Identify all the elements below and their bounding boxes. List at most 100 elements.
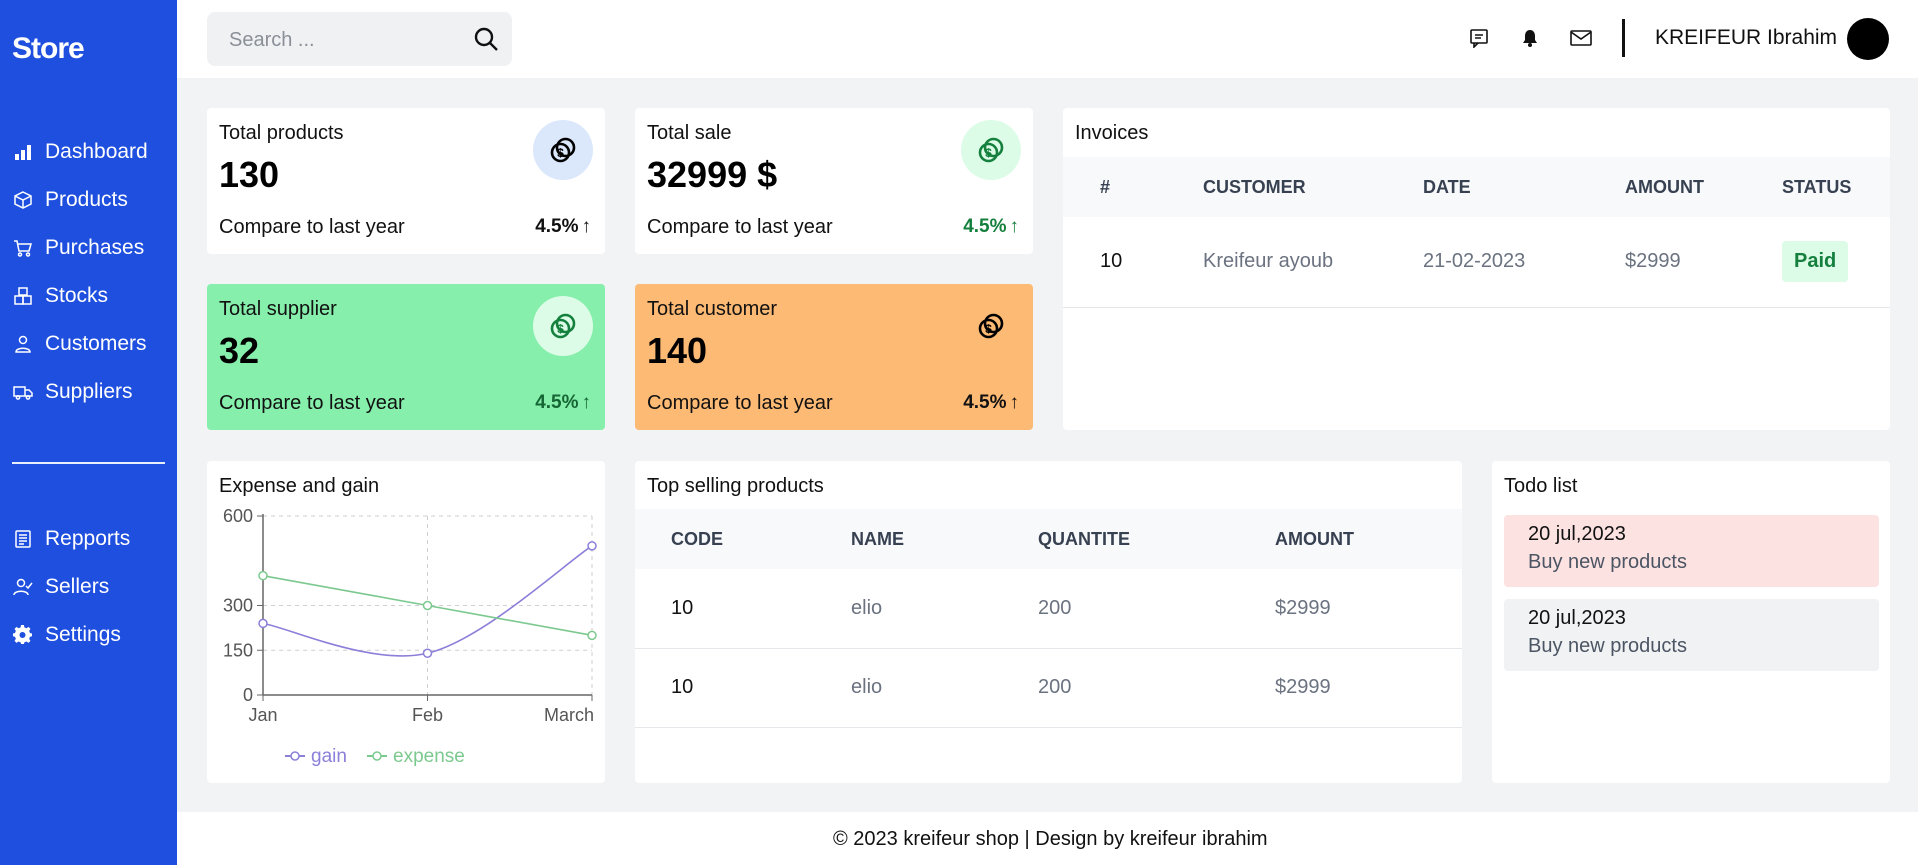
chat-icon[interactable] [1467,26,1491,50]
column-header[interactable]: NAME [851,509,1038,569]
stat-label: Total supplier [219,298,337,320]
search-icon[interactable] [472,25,500,53]
sidebar-item-sellers[interactable]: Sellers [0,563,177,611]
invoice-date: 21-02-2023 [1423,217,1625,308]
coins-icon: $ [533,120,593,180]
y-tick-label: 600 [223,506,253,526]
invoice-id: 10 [1063,217,1203,308]
person-check-icon [12,577,33,598]
product-code: 10 [635,648,851,728]
column-header[interactable]: # [1063,157,1203,217]
todo-text: Buy new products [1528,635,1687,657]
status-badge: Paid [1782,241,1849,283]
stat-compare: Compare to last year [219,216,405,238]
todo-item[interactable]: 20 jul,2023 Buy new products [1504,515,1879,587]
product-amount: $2999 [1275,648,1462,728]
table-row[interactable]: 10 Kreifeur ayoub 21-02-2023 $2999 Paid [1063,217,1890,308]
sidebar-item-label: Settings [45,623,121,646]
invoices-table: # CUSTOMER DATE AMOUNT STATUS 10 Kreifeu… [1063,157,1890,308]
stat-value: 140 [647,330,708,371]
gear-icon [12,625,33,646]
invoices-panel: Invoices # CUSTOMER DATE AMOUNT STATUS 1… [1063,108,1890,430]
sidebar-item-label: Suppliers [45,380,133,403]
todo-panel: Todo list 20 jul,2023 Buy new products 2… [1492,461,1890,783]
sidebar-divider [12,462,165,464]
sidebar-item-settings[interactable]: Settings [0,611,177,659]
coins-icon: $ [961,296,1021,356]
sidebar-item-products[interactable]: Products [0,176,177,224]
stat-label: Total customer [647,298,778,320]
data-point-expense [258,570,268,581]
sidebar-item-label: Stocks [45,284,109,307]
svg-text:$: $ [985,322,992,336]
coins-icon: $ [961,120,1021,180]
table-row[interactable]: 10 elio 200 $2999 [635,648,1462,728]
table-header-row: CODE NAME QUANTITE AMOUNT [635,509,1462,569]
sidebar-item-repports[interactable]: Repports [0,515,177,563]
username[interactable]: KREIFEUR Ibrahim [1655,26,1837,50]
percent-value: 4.5% [963,216,1007,237]
stat-value: 130 [219,154,280,195]
expense-gain-chart: 0 150 300 600 Jan Feb March gain expense [223,506,597,767]
sidebar-item-dashboard[interactable]: Dashboard [0,128,177,176]
percent-value: 4.5% [535,392,579,413]
top-products-table: CODE NAME QUANTITE AMOUNT 10 elio 200 $2… [635,509,1462,728]
stat-label: Total products [219,122,344,144]
column-header[interactable]: CUSTOMER [1203,157,1423,217]
mail-icon[interactable] [1569,26,1593,50]
column-header[interactable]: DATE [1423,157,1625,217]
arrow-up-icon: ↑ [581,216,592,237]
data-point-gain [258,618,268,629]
x-tick-label: March [544,705,594,725]
bell-icon[interactable] [1518,26,1542,50]
todo-item[interactable]: 20 jul,2023 Buy new products [1504,599,1879,671]
stat-value: 32 [219,330,260,371]
sidebar-item-label: Customers [45,332,147,355]
svg-text:$: $ [985,146,992,160]
sidebar: Store Dashboard Products Purchases Stock… [0,0,177,865]
x-tick-label: Jan [248,705,277,725]
svg-text:$: $ [557,146,564,160]
sidebar-item-label: Purchases [45,236,145,259]
column-header[interactable]: AMOUNT [1275,509,1462,569]
brand-logo[interactable]: Store [12,32,85,66]
person-icon [12,334,33,355]
column-header[interactable]: QUANTITE [1038,509,1275,569]
legend-dot-expense [372,751,382,761]
sidebar-item-stocks[interactable]: Stocks [0,272,177,320]
stat-compare: Compare to last year [647,216,833,238]
stat-value: 32999 $ [647,154,778,195]
stat-percent: 4.5% ↑ [535,216,591,238]
box-icon [12,190,33,211]
stat-compare: Compare to last year [647,392,833,414]
todo-text: Buy new products [1528,551,1687,573]
product-quantity: 200 [1038,569,1275,649]
column-header[interactable]: AMOUNT [1625,157,1782,217]
sidebar-item-suppliers[interactable]: Suppliers [0,368,177,416]
search-input[interactable] [229,26,459,54]
report-icon [12,529,33,550]
sidebar-item-label: Dashboard [45,140,148,163]
footer: © 2023 kreifeur shop | Design by kreifeu… [177,812,1918,865]
data-point-gain [587,541,597,551]
truck-icon [12,382,33,403]
stat-card-products: Total products 130 Compare to last year … [207,108,605,254]
avatar[interactable] [1847,18,1889,60]
column-header[interactable]: STATUS [1782,157,1890,217]
sidebar-item-purchases[interactable]: Purchases [0,224,177,272]
y-tick-label: 0 [243,685,253,705]
expense-chart-panel: Expense and gain 0 150 300 600 Jan Feb March ga… [207,461,605,783]
invoice-customer: Kreifeur ayoub [1203,217,1423,308]
data-point-gain [422,648,433,658]
top-products-panel: Top selling products CODE NAME QUANTITE … [635,461,1462,783]
stat-card-customer: Total customer 140 Compare to last year … [635,284,1033,430]
header-icons [1467,26,1593,50]
sidebar-item-label: Products [45,188,128,211]
data-point-expense [422,600,433,611]
table-row[interactable]: 10 elio 200 $2999 [635,569,1462,649]
bar-chart-icon [12,142,33,163]
product-name: elio [851,569,1038,649]
sidebar-item-label: Sellers [45,575,110,598]
column-header[interactable]: CODE [635,509,851,569]
sidebar-item-customers[interactable]: Customers [0,320,177,368]
